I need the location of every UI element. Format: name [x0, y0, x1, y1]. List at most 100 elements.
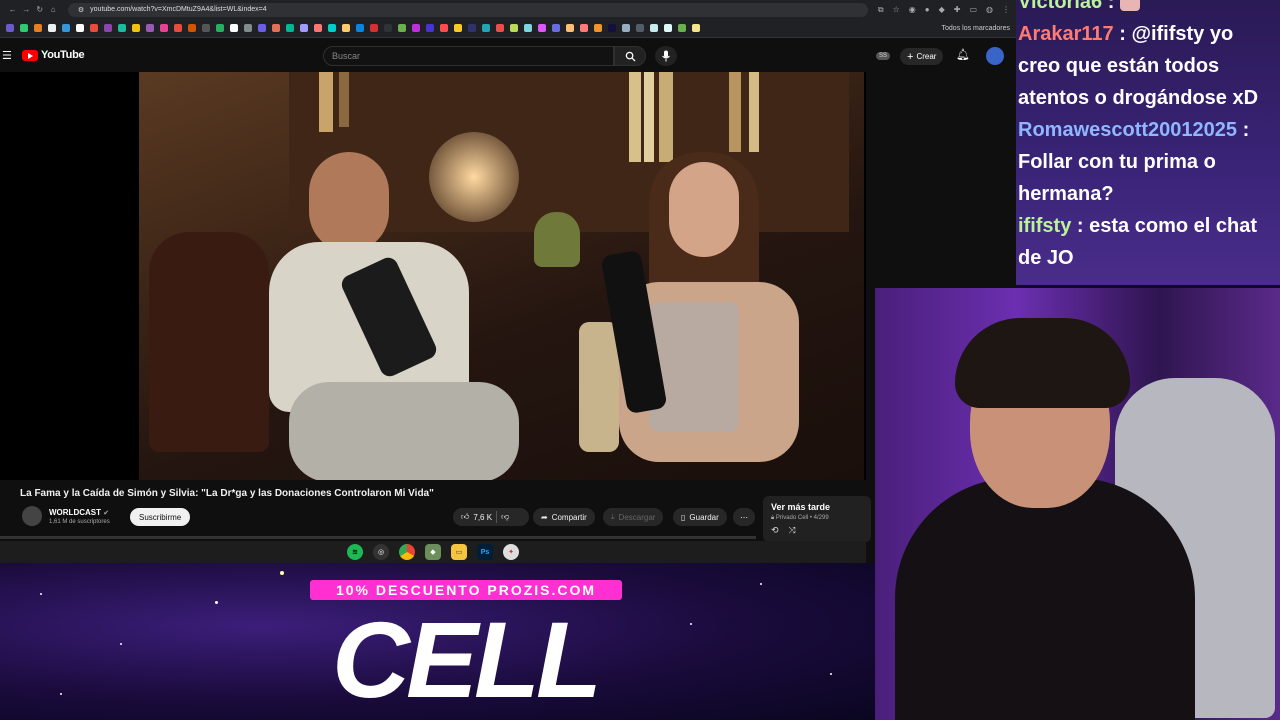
loop-icon[interactable]: ⟲ — [771, 525, 779, 536]
subscribe-button[interactable]: Suscribirme — [130, 508, 191, 526]
youtube-logo[interactable]: YouTube — [22, 49, 85, 61]
photoshop-icon[interactable]: Ps — [477, 544, 493, 560]
bookmark-icon[interactable] — [510, 24, 518, 32]
bookmark-icon[interactable] — [48, 24, 56, 32]
bookmark-icon[interactable] — [496, 24, 504, 32]
sidebar-icon[interactable]: ▭ — [969, 5, 977, 15]
search-button[interactable] — [614, 46, 646, 66]
playlist-panel[interactable]: Ver más tarde 🔒︎ Privado Cell • 4/299 ⟲ … — [763, 496, 871, 542]
like-dislike-group: 👍︎ 7,6 K 👎︎ — [453, 508, 529, 526]
download-button[interactable]: ⤓ Descargar — [603, 508, 664, 526]
reload-icon[interactable]: ↻ — [33, 5, 46, 14]
bookmark-icon[interactable] — [468, 24, 476, 32]
bookmark-icon[interactable] — [622, 24, 630, 32]
extensions-puzzle-icon[interactable]: ✚ — [954, 5, 961, 15]
obs-icon[interactable]: ◎ — [373, 544, 389, 560]
home-icon[interactable]: ⌂ — [46, 5, 59, 14]
bookmark-icon[interactable] — [314, 24, 322, 32]
bookmark-icon[interactable] — [188, 24, 196, 32]
extension-icon[interactable]: ● — [925, 5, 930, 15]
bookmark-icon[interactable] — [104, 24, 112, 32]
playlist-meta: 🔒︎ Privado Cell • 4/299 — [771, 515, 863, 522]
app-icon[interactable]: ◆ — [425, 544, 441, 560]
bookmark-icon[interactable] — [552, 24, 560, 32]
bookmark-icon[interactable] — [62, 24, 70, 32]
chat-message: ififsty : esta como el chat de JO — [1018, 210, 1276, 274]
share-page-icon[interactable]: ⧉ — [878, 5, 884, 15]
bookmark-icon[interactable] — [272, 24, 280, 32]
bookmark-icon[interactable] — [328, 24, 336, 32]
bookmark-icon[interactable] — [426, 24, 434, 32]
site-info-icon[interactable]: ⚙ — [78, 6, 84, 14]
bookmark-icon[interactable] — [664, 24, 672, 32]
bookmark-icon[interactable] — [454, 24, 462, 32]
bookmark-icon[interactable] — [650, 24, 658, 32]
more-actions-button[interactable]: ⋯ — [733, 508, 755, 526]
app-icon[interactable]: ✦ — [503, 544, 519, 560]
bookmark-icon[interactable] — [524, 24, 532, 32]
bookmark-icon[interactable] — [636, 24, 644, 32]
bookmark-icon[interactable] — [146, 24, 154, 32]
all-bookmarks-link[interactable]: Todos los marcadores — [942, 25, 1010, 32]
user-avatar[interactable] — [986, 47, 1004, 65]
channel-avatar[interactable] — [22, 506, 42, 526]
file-explorer-icon[interactable]: ▭ — [451, 544, 467, 560]
browser-menu-icon[interactable]: ⋮ — [1002, 5, 1010, 15]
spotify-icon[interactable]: ≋ — [347, 544, 363, 560]
bookmark-icon[interactable] — [300, 24, 308, 32]
create-button[interactable]: + Crear — [900, 48, 944, 65]
bookmark-icon[interactable] — [202, 24, 210, 32]
bookmark-icon[interactable] — [678, 24, 686, 32]
bookmark-icon[interactable] — [216, 24, 224, 32]
hamburger-menu-icon[interactable]: ☰ — [2, 49, 12, 62]
bookmark-icon[interactable] — [398, 24, 406, 32]
bookmark-icon[interactable] — [76, 24, 84, 32]
bookmark-icon[interactable] — [356, 24, 364, 32]
bookmark-icon[interactable] — [118, 24, 126, 32]
bookmark-icon[interactable] — [132, 24, 140, 32]
video-player[interactable] — [0, 72, 866, 480]
notifications-bell-icon[interactable]: 🔔︎ — [956, 48, 970, 61]
extension-icon[interactable]: ◆ — [939, 5, 945, 15]
url-input[interactable]: ⚙ youtube.com/watch?v=XmcDMtuZ9A4&list=W… — [67, 2, 868, 17]
bookmark-icon[interactable] — [412, 24, 420, 32]
share-button[interactable]: ➦ Compartir — [533, 508, 595, 526]
extension-icon[interactable]: ◉ — [909, 5, 916, 15]
bookmark-icon[interactable] — [482, 24, 490, 32]
chat-colon: : — [1107, 0, 1115, 13]
bookmark-icon[interactable] — [692, 24, 700, 32]
bookmark-icon[interactable] — [244, 24, 252, 32]
bookmark-icon[interactable] — [174, 24, 182, 32]
bookmark-icon[interactable] — [370, 24, 378, 32]
bookmark-icon[interactable] — [230, 24, 238, 32]
bookmark-icon[interactable] — [20, 24, 28, 32]
bookmark-icon[interactable] — [384, 24, 392, 32]
bookmark-icon[interactable] — [34, 24, 42, 32]
forward-icon[interactable]: → — [19, 5, 32, 14]
bookmark-icon[interactable] — [6, 24, 14, 32]
bookmark-icon[interactable] — [580, 24, 588, 32]
bookmark-icon[interactable] — [342, 24, 350, 32]
bookmark-icon[interactable] — [608, 24, 616, 32]
profile-icon[interactable]: ◍ — [986, 5, 993, 15]
voice-search-button[interactable] — [655, 46, 677, 66]
like-button[interactable]: 👍︎ 7,6 K — [461, 512, 492, 522]
back-icon[interactable]: ← — [6, 5, 19, 14]
bookmark-star-icon[interactable]: ☆ — [893, 5, 900, 15]
bookmark-icon[interactable] — [538, 24, 546, 32]
channel-name[interactable]: WORLDCAST ✔ — [49, 508, 109, 517]
bookmark-icon[interactable] — [160, 24, 168, 32]
bookmark-icon[interactable] — [90, 24, 98, 32]
bookmark-icon[interactable] — [594, 24, 602, 32]
video-frame[interactable] — [139, 72, 864, 480]
chrome-icon[interactable] — [399, 544, 415, 560]
shuffle-icon[interactable]: ⤨ — [789, 525, 796, 536]
dislike-button[interactable]: 👎︎ — [501, 512, 509, 522]
save-button[interactable]: ▯ Guardar — [673, 508, 727, 526]
bookmark-icon[interactable] — [286, 24, 294, 32]
bookmark-icon[interactable] — [440, 24, 448, 32]
bookmark-icon[interactable] — [258, 24, 266, 32]
bookmark-icon[interactable] — [566, 24, 574, 32]
search-input[interactable]: Buscar — [323, 46, 614, 66]
taskbar: ≋ ◎ ◆ ▭ Ps ✦ — [0, 541, 866, 563]
